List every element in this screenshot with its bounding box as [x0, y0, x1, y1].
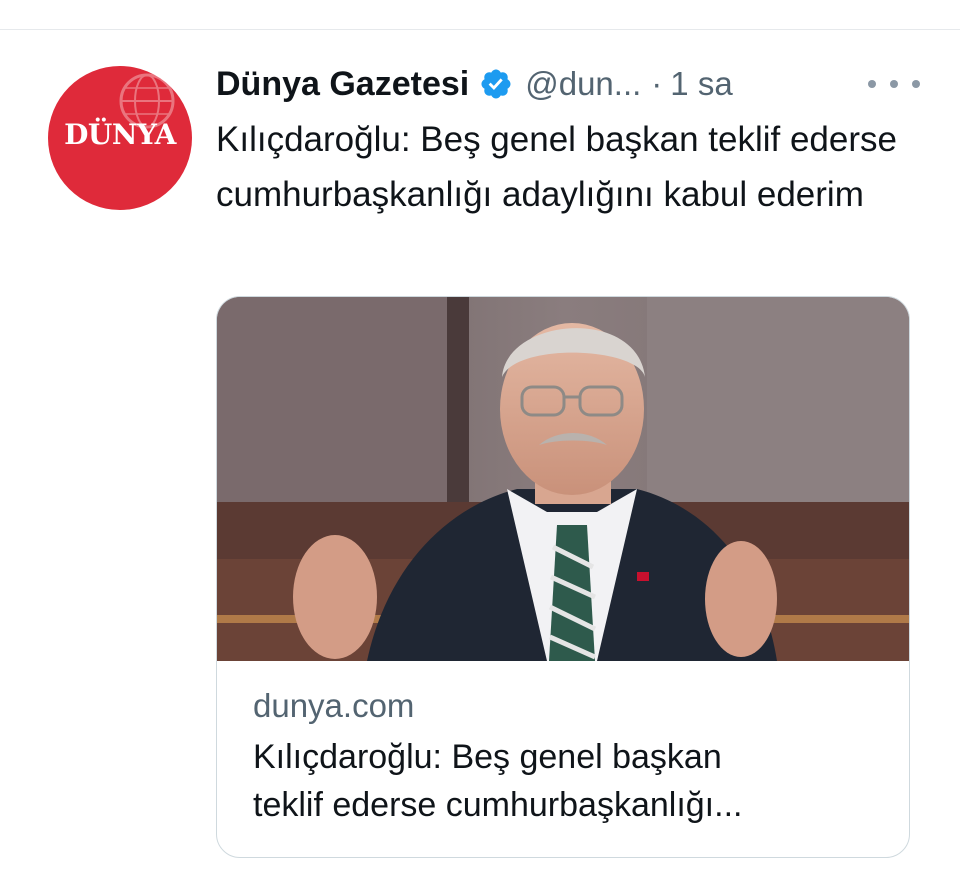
tweet-header: Dünya Gazetesi @dun... · 1 sa [216, 62, 920, 106]
link-card[interactable]: dunya.com Kılıçdaroğlu: Beş genel başkan… [216, 296, 910, 858]
ellipsis-icon [868, 80, 876, 88]
more-options-button[interactable] [868, 66, 920, 102]
card-info: dunya.com Kılıçdaroğlu: Beş genel başkan… [253, 681, 879, 829]
separator-dot: · [651, 65, 663, 102]
card-domain: dunya.com [253, 687, 415, 724]
avatar[interactable]: DÜNYA [48, 66, 192, 210]
card-title: Kılıçdaroğlu: Beş genel başkan teklif ed… [253, 733, 879, 829]
ellipsis-icon [912, 80, 920, 88]
card-title-line: teklif ederse cumhurbaşkanlığı... [253, 786, 743, 824]
top-divider [0, 29, 960, 30]
tweet-text: Kılıçdaroğlu: Beş genel başkan teklif ed… [216, 120, 897, 214]
author-name[interactable]: Dünya Gazetesi [216, 65, 469, 104]
verified-badge-icon [481, 69, 511, 99]
ellipsis-icon [890, 80, 898, 88]
card-image [217, 297, 909, 661]
avatar-logo-text: DÜNYA [64, 118, 176, 151]
timestamp[interactable]: 1 sa [670, 65, 732, 103]
card-title-line: Kılıçdaroğlu: Beş genel başkan [253, 738, 722, 776]
author-handle[interactable]: @dun... [525, 65, 641, 103]
